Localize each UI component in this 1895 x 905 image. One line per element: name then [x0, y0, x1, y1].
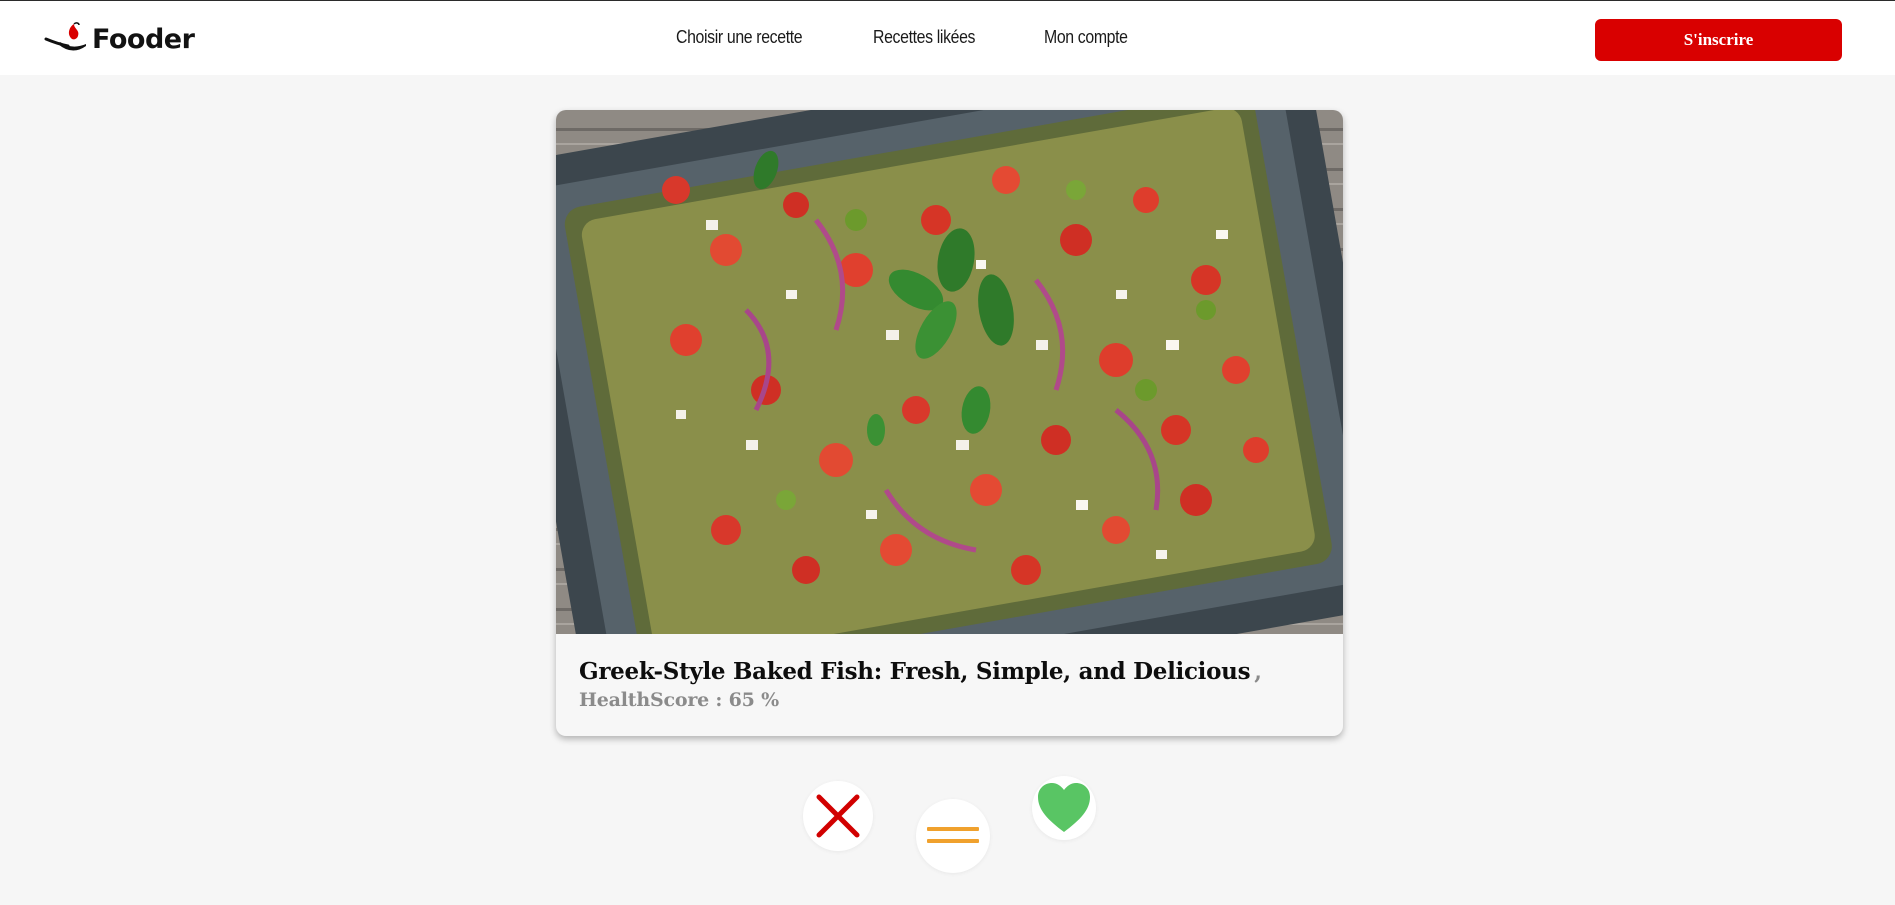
dislike-button[interactable]: [803, 781, 873, 851]
nav-my-account[interactable]: Mon compte: [1044, 27, 1128, 48]
heart-icon: [1038, 783, 1090, 832]
equals-icon: [927, 827, 979, 843]
nav-liked-recipes[interactable]: Recettes likées: [873, 27, 975, 48]
nav-choose-recipe[interactable]: Choisir une recette: [676, 27, 803, 48]
signup-button[interactable]: S'inscrire: [1595, 19, 1842, 61]
recipe-title-text: Greek-Style Baked Fish: Fresh, Simple, a…: [579, 658, 1251, 685]
recipe-title: Greek-Style Baked Fish: Fresh, Simple, a…: [579, 658, 1319, 685]
health-score: HealthScore : 65 %: [579, 689, 779, 711]
neutral-button[interactable]: [916, 799, 990, 873]
like-button[interactable]: [1032, 776, 1096, 840]
recipe-card[interactable]: Greek-Style Baked Fish: Fresh, Simple, a…: [556, 110, 1343, 736]
title-separator: ,: [1254, 659, 1262, 685]
recipe-image: [556, 110, 1343, 634]
top-navbar: Fooder Choisir une recette Recettes liké…: [0, 1, 1895, 75]
close-icon: [816, 794, 860, 838]
recipe-info: Greek-Style Baked Fish: Fresh, Simple, a…: [579, 658, 1319, 711]
